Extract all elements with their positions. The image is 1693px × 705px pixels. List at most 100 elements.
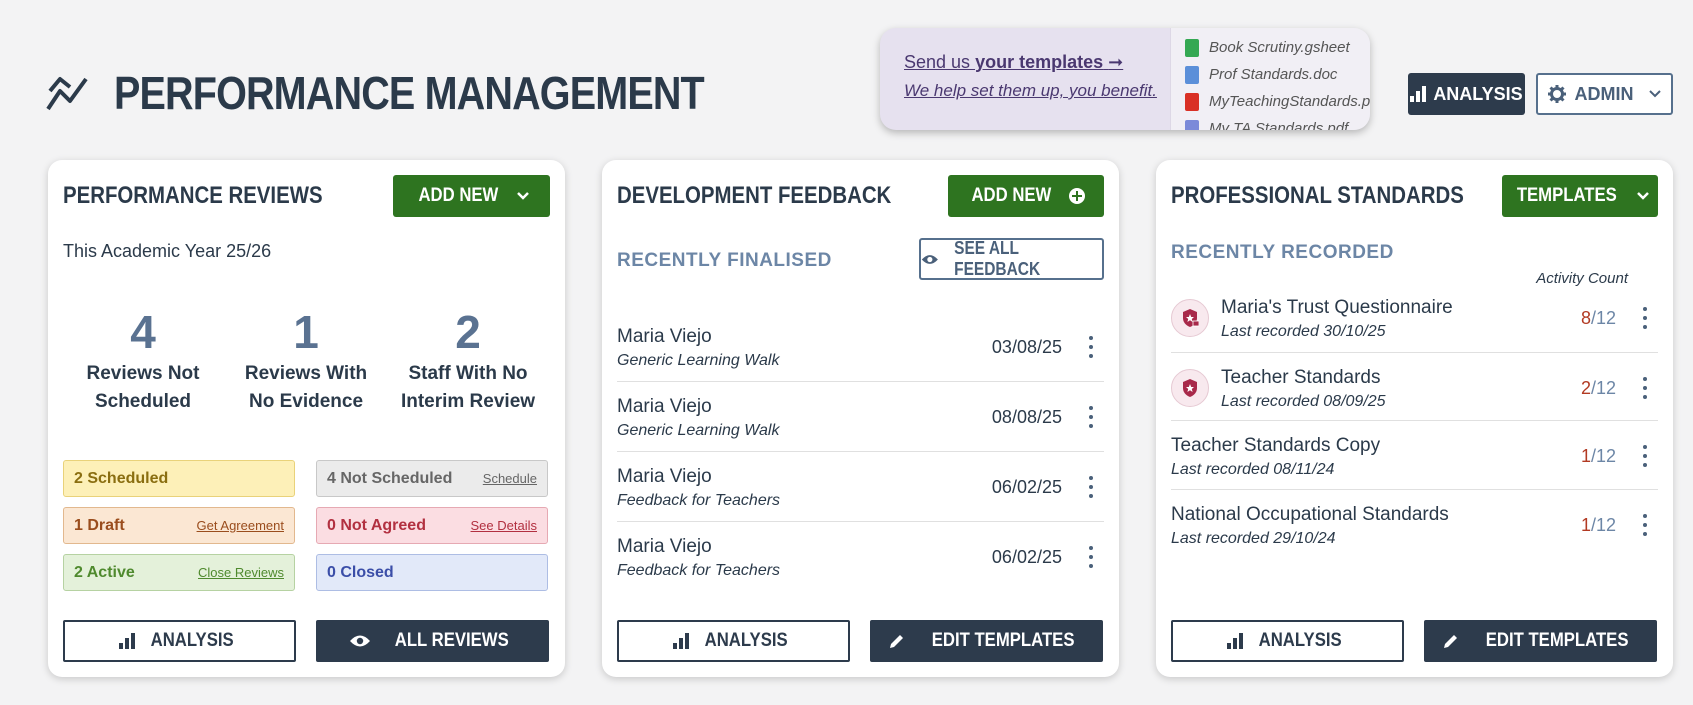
activity-count: 1/12 <box>1580 515 1616 535</box>
more-options-icon[interactable] <box>1088 476 1094 498</box>
feedback-date: 06/02/25 <box>991 477 1062 497</box>
bar-chart-icon <box>1227 633 1244 649</box>
promo-file: Prof Standards.doc <box>1185 61 1370 88</box>
promo-benefit-link[interactable]: We help set them up, you benefit. <box>904 81 1170 101</box>
bar-chart-icon <box>1410 86 1427 102</box>
badge-closed[interactable]: 0 Closed <box>316 554 548 591</box>
staff-name: Maria Viejo <box>617 466 712 487</box>
analysis-label: ANALYSIS <box>1258 630 1342 651</box>
last-recorded: Last recorded 08/09/25 <box>1221 393 1386 410</box>
analysis-label: ANALYSIS <box>150 630 234 651</box>
feedback-row[interactable]: Maria Viejo Generic Learning Walk 08/08/… <box>617 382 1104 452</box>
promo-send-link[interactable]: Send us your templates ➞ <box>904 52 1170 73</box>
feedback-edit-templates-button[interactable]: EDIT TEMPLATES <box>870 620 1103 662</box>
analysis-label: ANALYSIS <box>1433 83 1523 104</box>
feedback-row[interactable]: Maria Viejo Generic Learning Walk 03/08/… <box>617 312 1104 382</box>
see-all-label: SEE ALL FEEDBACK <box>953 238 1040 279</box>
pencil-icon <box>1444 635 1458 648</box>
stat-reviews-not-scheduled[interactable]: 4 Reviews Not Scheduled <box>63 308 223 416</box>
admin-dropdown-button[interactable]: ADMIN <box>1536 73 1673 115</box>
add-new-feedback-button[interactable]: ADD NEW <box>948 175 1104 217</box>
add-new-label: ADD NEW <box>418 185 499 206</box>
badge-active: 2 Active Close Reviews <box>63 554 295 591</box>
badge-label: 0 Not Agreed <box>327 516 426 534</box>
card-title: DEVELOPMENT FEEDBACK <box>617 182 892 209</box>
badge-label: 2 Scheduled <box>74 469 169 487</box>
standard-row[interactable]: Maria's Trust Questionnaire Last recorde… <box>1171 283 1658 353</box>
standards-analysis-button[interactable]: ANALYSIS <box>1171 620 1404 662</box>
plus-circle-icon <box>1069 188 1086 204</box>
feedback-row[interactable]: Maria Viejo Feedback for Teachers 06/02/… <box>617 452 1104 522</box>
more-options-icon[interactable] <box>1642 514 1648 536</box>
stat-number: 1 <box>293 306 319 358</box>
more-options-icon[interactable] <box>1642 445 1648 467</box>
stat-number: 4 <box>130 306 156 358</box>
gsheet-file-icon <box>1185 38 1199 57</box>
feedback-type: Generic Learning Walk <box>617 352 780 369</box>
schedule-link[interactable]: Schedule <box>483 471 537 486</box>
bar-chart-icon <box>119 633 136 649</box>
standard-row[interactable]: Teacher Standards Last recorded 08/09/25… <box>1171 353 1658 421</box>
edit-templates-label: EDIT TEMPLATES <box>1486 630 1629 651</box>
add-new-review-button[interactable]: ADD NEW <box>393 175 550 217</box>
more-options-icon[interactable] <box>1088 336 1094 358</box>
stat-label: Staff With No Interim Review <box>400 363 536 412</box>
feedback-row[interactable]: Maria Viejo Feedback for Teachers 06/02/… <box>617 522 1104 592</box>
see-all-feedback-button[interactable]: SEE ALL FEEDBACK <box>919 238 1104 280</box>
get-agreement-link[interactable]: Get Agreement <box>197 518 284 533</box>
chevron-down-icon <box>517 192 529 200</box>
stat-staff-no-interim[interactable]: 2 Staff With No Interim Review <box>388 308 548 416</box>
badge-not-scheduled: 4 Not Scheduled Schedule <box>316 460 548 497</box>
activity-count: 8/12 <box>1580 308 1616 328</box>
standard-row[interactable]: National Occupational Standards Last rec… <box>1171 490 1658 559</box>
page-title: PERFORMANCE MANAGEMENT <box>114 67 705 119</box>
professional-standards-card: PROFESSIONAL STANDARDS TEMPLATES RECENTL… <box>1156 160 1673 677</box>
performance-reviews-card: PERFORMANCE REVIEWS ADD NEW This Academi… <box>48 160 565 677</box>
doc-file-icon <box>1185 65 1199 84</box>
standard-name: National Occupational Standards <box>1171 504 1449 525</box>
badge-not-agreed: 0 Not Agreed See Details <box>316 507 548 544</box>
badge-label: 1 Draft <box>74 516 125 534</box>
trend-chart-icon <box>46 77 88 111</box>
development-feedback-card: DEVELOPMENT FEEDBACK ADD NEW RECENTLY FI… <box>602 160 1119 677</box>
more-options-icon[interactable] <box>1088 406 1094 428</box>
promo-file: My TA Standards.pdf <box>1185 115 1370 130</box>
analysis-button[interactable]: ANALYSIS <box>1408 73 1525 115</box>
standards-edit-templates-button[interactable]: EDIT TEMPLATES <box>1424 620 1657 662</box>
standard-name: Teacher Standards <box>1221 367 1381 388</box>
recently-recorded-heading: RECENTLY RECORDED <box>1171 242 1394 263</box>
shield-icon <box>1171 369 1209 407</box>
badge-scheduled[interactable]: 2 Scheduled <box>63 460 295 497</box>
feedback-type: Feedback for Teachers <box>617 562 781 579</box>
templates-promo-banner[interactable]: Send us your templates ➞ We help set the… <box>880 28 1370 130</box>
shield-lock-icon <box>1171 299 1209 337</box>
activity-count: 2/12 <box>1580 378 1616 398</box>
standard-row[interactable]: Teacher Standards Copy Last recorded 08/… <box>1171 421 1658 490</box>
feedback-analysis-button[interactable]: ANALYSIS <box>617 620 850 662</box>
feedback-type: Feedback for Teachers <box>617 492 781 509</box>
feedback-type: Generic Learning Walk <box>617 422 780 439</box>
activity-count: 1/12 <box>1580 446 1616 466</box>
more-options-icon[interactable] <box>1088 546 1094 568</box>
stat-number: 2 <box>455 306 481 358</box>
close-reviews-link[interactable]: Close Reviews <box>198 565 284 580</box>
reviews-analysis-button[interactable]: ANALYSIS <box>63 620 296 662</box>
stat-reviews-no-evidence[interactable]: 1 Reviews With No Evidence <box>226 308 386 416</box>
promo-file: MyTeachingStandards.pdf <box>1185 88 1370 115</box>
feedback-date: 06/02/25 <box>991 547 1062 567</box>
badge-label: 2 Active <box>74 563 135 581</box>
last-recorded: Last recorded 08/11/24 <box>1171 461 1335 478</box>
all-reviews-button[interactable]: ALL REVIEWS <box>316 620 549 662</box>
promo-file: Book Scrutiny.gsheet <box>1185 34 1370 61</box>
pdf-file-icon <box>1185 92 1199 111</box>
templates-dropdown-button[interactable]: TEMPLATES <box>1502 175 1658 217</box>
standard-name: Teacher Standards Copy <box>1171 435 1381 456</box>
staff-name: Maria Viejo <box>617 396 712 417</box>
more-options-icon[interactable] <box>1642 307 1648 329</box>
all-reviews-label: ALL REVIEWS <box>394 630 509 651</box>
stat-label: Reviews Not Scheduled <box>86 363 200 412</box>
more-options-icon[interactable] <box>1642 377 1648 399</box>
pdf-file-icon <box>1185 119 1199 130</box>
feedback-date: 08/08/25 <box>991 407 1062 427</box>
see-details-link[interactable]: See Details <box>471 518 537 533</box>
